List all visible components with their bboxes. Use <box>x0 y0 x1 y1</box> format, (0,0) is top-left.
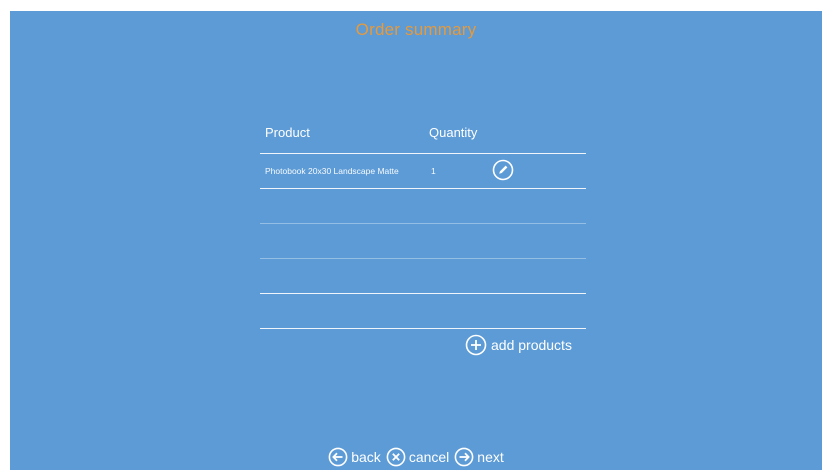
column-header-quantity: Quantity <box>429 125 478 140</box>
page-title: Order summary <box>355 20 477 39</box>
edit-button[interactable] <box>492 159 514 181</box>
table-row-empty <box>260 189 586 224</box>
plus-circle-icon <box>465 334 487 356</box>
order-table: Product Quantity Photobook 20x30 Landsca… <box>260 121 586 329</box>
quantity-cell: 1 <box>431 166 436 176</box>
table-row-empty <box>260 294 586 329</box>
next-label: next <box>477 449 504 465</box>
back-label: back <box>351 449 381 465</box>
column-header-product: Product <box>265 125 310 140</box>
arrow-right-circle-icon <box>454 447 474 467</box>
next-button[interactable]: next <box>454 447 504 467</box>
table-header: Product Quantity <box>260 121 586 154</box>
product-cell: Photobook 20x30 Landscape Matte <box>265 166 399 176</box>
back-button[interactable]: back <box>328 447 381 467</box>
table-row: Photobook 20x30 Landscape Matte 1 <box>260 154 586 189</box>
table-row-empty <box>260 259 586 294</box>
add-products-label: add products <box>491 337 572 353</box>
bottom-navigation: back cancel next <box>10 447 822 467</box>
arrow-left-circle-icon <box>328 447 348 467</box>
x-circle-icon <box>386 447 406 467</box>
order-summary-screen: Order summary Product Quantity Photobook… <box>10 11 822 470</box>
cancel-button[interactable]: cancel <box>386 447 449 467</box>
cancel-label: cancel <box>408 449 450 465</box>
pencil-circle-icon <box>492 159 514 181</box>
table-row-empty <box>260 224 586 259</box>
add-products-button[interactable]: add products <box>465 334 572 356</box>
